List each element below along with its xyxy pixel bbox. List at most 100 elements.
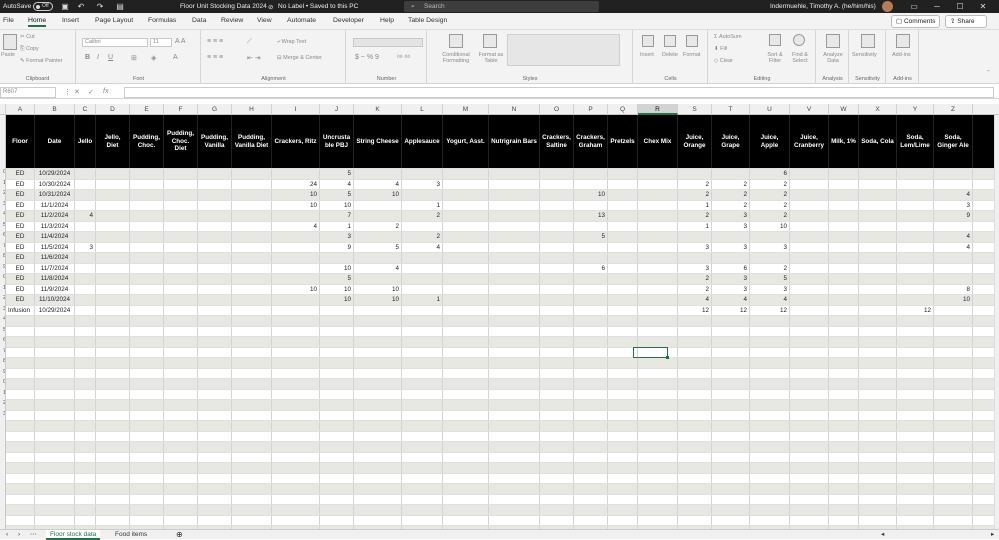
table-cell[interactable] [443, 463, 489, 473]
table-cell[interactable] [790, 179, 829, 189]
table-cell[interactable] [96, 305, 130, 315]
table-cell[interactable] [489, 410, 540, 420]
table-cell[interactable]: 10/31/2024 [35, 190, 75, 200]
table-cell[interactable] [790, 211, 829, 221]
table-cell[interactable] [130, 452, 164, 462]
table-cell[interactable] [897, 358, 934, 368]
table-cell[interactable]: 4 [934, 232, 973, 242]
table-cell[interactable] [638, 505, 678, 515]
table-cell[interactable] [574, 400, 608, 410]
table-cell[interactable]: 4 [402, 242, 443, 252]
table-cell[interactable] [35, 473, 75, 483]
table-cell[interactable] [198, 337, 232, 347]
column-title[interactable]: Date [35, 115, 75, 168]
table-cell[interactable]: 4 [934, 242, 973, 252]
delete-button[interactable]: Delete [662, 52, 678, 58]
vertical-scrollbar[interactable] [994, 115, 999, 529]
table-cell[interactable] [198, 421, 232, 431]
table-cell[interactable] [320, 463, 354, 473]
table-cell[interactable] [354, 169, 402, 179]
table-cell[interactable] [164, 452, 198, 462]
column-title[interactable]: String Cheese [354, 115, 402, 168]
column-header[interactable]: A [6, 104, 35, 115]
table-cell[interactable]: 4 [934, 190, 973, 200]
table-cell[interactable] [130, 473, 164, 483]
table-cell[interactable] [489, 221, 540, 231]
table-cell[interactable]: 11/2/2024 [35, 211, 75, 221]
table-cell[interactable] [198, 190, 232, 200]
column-title[interactable]: Chex Mix [638, 115, 678, 168]
table-cell[interactable] [712, 358, 750, 368]
table-cell[interactable]: 10 [320, 200, 354, 210]
table-cell[interactable] [96, 263, 130, 273]
table-cell[interactable]: 12 [750, 305, 790, 315]
user-name[interactable]: Indermuehle, Timothy A. (he/him/his) [770, 3, 876, 10]
table-cell[interactable] [934, 169, 973, 179]
table-cell[interactable] [75, 295, 96, 305]
table-cell[interactable] [678, 358, 712, 368]
table-cell[interactable] [35, 505, 75, 515]
table-cell[interactable] [164, 316, 198, 326]
accounting-icon[interactable]: $ ~ % 9 [355, 54, 379, 61]
table-cell[interactable] [859, 421, 897, 431]
table-cell[interactable] [790, 263, 829, 273]
save-icon[interactable]: ▣ [58, 1, 72, 12]
table-cell[interactable] [678, 431, 712, 441]
table-cell[interactable] [272, 253, 320, 263]
table-cell[interactable] [96, 431, 130, 441]
table-cell[interactable] [712, 326, 750, 336]
table-cell[interactable] [638, 431, 678, 441]
maximize-icon[interactable]: ☐ [953, 1, 967, 12]
table-cell[interactable] [540, 295, 574, 305]
table-cell[interactable] [402, 284, 443, 294]
table-cell[interactable] [6, 368, 35, 378]
table-cell[interactable] [829, 169, 859, 179]
table-cell[interactable]: 12 [897, 305, 934, 315]
table-cell[interactable]: 5 [574, 232, 608, 242]
table-cell[interactable] [897, 211, 934, 221]
table-cell[interactable] [638, 337, 678, 347]
table-cell[interactable] [540, 253, 574, 263]
table-cell[interactable] [198, 400, 232, 410]
table-cell[interactable] [574, 200, 608, 210]
table-cell[interactable] [272, 389, 320, 399]
table-cell[interactable] [790, 242, 829, 252]
column-header[interactable]: U [750, 104, 790, 115]
table-cell[interactable] [232, 242, 272, 252]
table-cell[interactable] [540, 400, 574, 410]
table-cell[interactable] [750, 505, 790, 515]
table-cell[interactable] [897, 284, 934, 294]
table-cell[interactable] [897, 431, 934, 441]
table-cell[interactable] [574, 169, 608, 179]
table-cell[interactable] [712, 410, 750, 420]
redo-icon[interactable]: ↷ [93, 1, 107, 12]
borders-icon[interactable]: ⊞ [131, 54, 137, 62]
table-cell[interactable] [232, 389, 272, 399]
table-cell[interactable]: 2 [402, 211, 443, 221]
table-cell[interactable] [897, 179, 934, 189]
table-cell[interactable] [750, 494, 790, 504]
table-cell[interactable] [829, 473, 859, 483]
table-cell[interactable] [232, 316, 272, 326]
table-cell[interactable]: 11/4/2024 [35, 232, 75, 242]
table-cell[interactable] [790, 484, 829, 494]
tab-help[interactable]: Help [380, 17, 394, 24]
table-cell[interactable] [829, 211, 859, 221]
table-cell[interactable] [232, 274, 272, 284]
fill-button[interactable]: ⬇ Fill [714, 46, 727, 52]
table-cell[interactable] [232, 494, 272, 504]
table-cell[interactable]: 10 [320, 295, 354, 305]
table-cell[interactable] [272, 421, 320, 431]
table-cell[interactable] [402, 484, 443, 494]
table-cell[interactable] [232, 284, 272, 294]
table-cell[interactable]: 4 [712, 295, 750, 305]
table-cell[interactable] [638, 473, 678, 483]
table-cell[interactable] [320, 253, 354, 263]
table-cell[interactable] [712, 442, 750, 452]
table-cell[interactable] [164, 421, 198, 431]
comments-button[interactable]: ▢ Comments [891, 15, 941, 28]
table-cell[interactable] [540, 169, 574, 179]
table-cell[interactable] [859, 515, 897, 525]
table-cell[interactable] [608, 284, 638, 294]
table-cell[interactable] [829, 442, 859, 452]
